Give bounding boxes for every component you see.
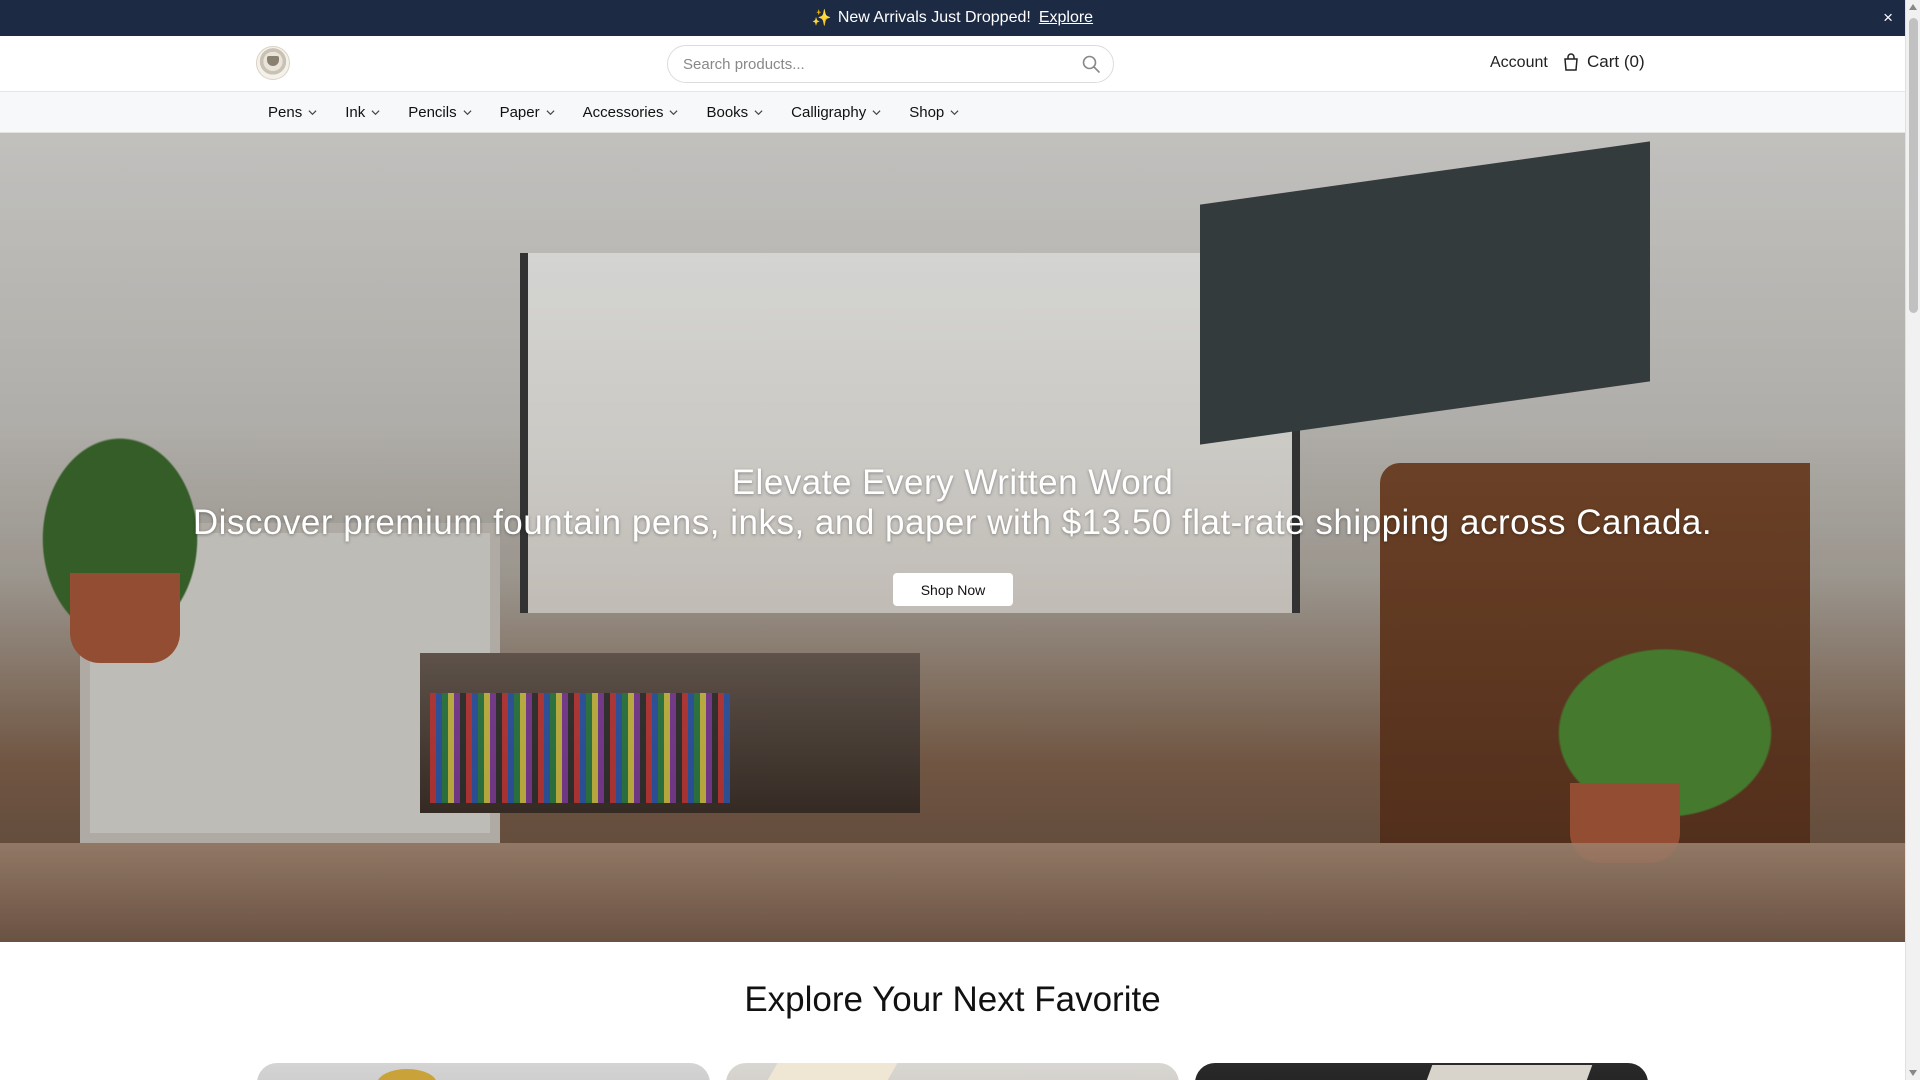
search-input[interactable] [683, 46, 1063, 82]
nav-label: Shop [909, 104, 945, 121]
cart-button[interactable]: Cart (0) [1563, 52, 1645, 72]
hero-title: Elevate Every Written Word [731, 463, 1174, 502]
scroll-up-icon[interactable] [1909, 4, 1917, 10]
announcement-bar: ✨ New Arrivals Just Dropped! Explore × [0, 0, 1905, 36]
nav-item-pencils[interactable]: Pencils [408, 104, 472, 121]
nav-item-shop[interactable]: Shop [909, 104, 959, 121]
category-card[interactable] [726, 1063, 1179, 1080]
nav-label: Paper [499, 104, 540, 121]
chevron-down-icon [546, 110, 555, 116]
chevron-down-icon [669, 110, 678, 116]
sparkles-icon: ✨ [811, 10, 832, 27]
announcement-text: New Arrivals Just Dropped! [837, 9, 1031, 26]
store-logo[interactable] [256, 46, 290, 80]
nav-item-calligraphy[interactable]: Calligraphy [791, 104, 881, 121]
nav-label: Ink [345, 104, 366, 121]
shop-now-button[interactable]: Shop Now [893, 573, 1013, 606]
chevron-down-icon [371, 110, 380, 116]
nav-label: Pencils [408, 104, 457, 121]
nav-item-pens[interactable]: Pens [268, 104, 317, 121]
hero-text: Elevate Every Written Word Discover prem… [0, 463, 1905, 543]
chevron-down-icon [950, 110, 959, 116]
explore-link[interactable]: Explore [1039, 9, 1093, 27]
category-card[interactable] [257, 1063, 710, 1080]
nav-item-books[interactable]: Books [706, 104, 763, 121]
close-icon[interactable]: × [1883, 8, 1893, 28]
hero-subtitle: Discover premium fountain pens, inks, an… [192, 503, 1713, 542]
scroll-down-icon[interactable] [1909, 1070, 1917, 1076]
section-title: Explore Your Next Favorite [744, 980, 1161, 1019]
cart-label: Cart (0) [1587, 52, 1645, 71]
search-bar[interactable] [667, 45, 1114, 83]
nav-item-paper[interactable]: Paper [500, 104, 555, 121]
scrollbar-thumb[interactable] [1909, 18, 1918, 313]
nav-label: Books [706, 104, 749, 121]
chevron-down-icon [308, 110, 317, 116]
category-card[interactable] [1195, 1063, 1648, 1080]
nav-item-accessories[interactable]: Accessories [583, 104, 679, 121]
nav-item-ink[interactable]: Ink [345, 104, 380, 121]
nav-label: Accessories [582, 104, 664, 121]
shopping-bag-icon [1564, 53, 1578, 71]
main-nav: Pens Ink Pencils Paper Accessories Books… [0, 92, 1905, 133]
site-header: Account Cart (0) [0, 36, 1905, 92]
hero-banner: Elevate Every Written Word Discover prem… [0, 133, 1905, 942]
page-scrollbar[interactable] [1905, 0, 1920, 1080]
chevron-down-icon [754, 110, 763, 116]
nav-label: Pens [268, 104, 303, 121]
account-link[interactable]: Account [1490, 54, 1548, 72]
nav-label: Calligraphy [791, 104, 867, 121]
chevron-down-icon [872, 110, 881, 116]
search-icon[interactable] [1081, 54, 1101, 74]
chevron-down-icon [463, 110, 472, 116]
